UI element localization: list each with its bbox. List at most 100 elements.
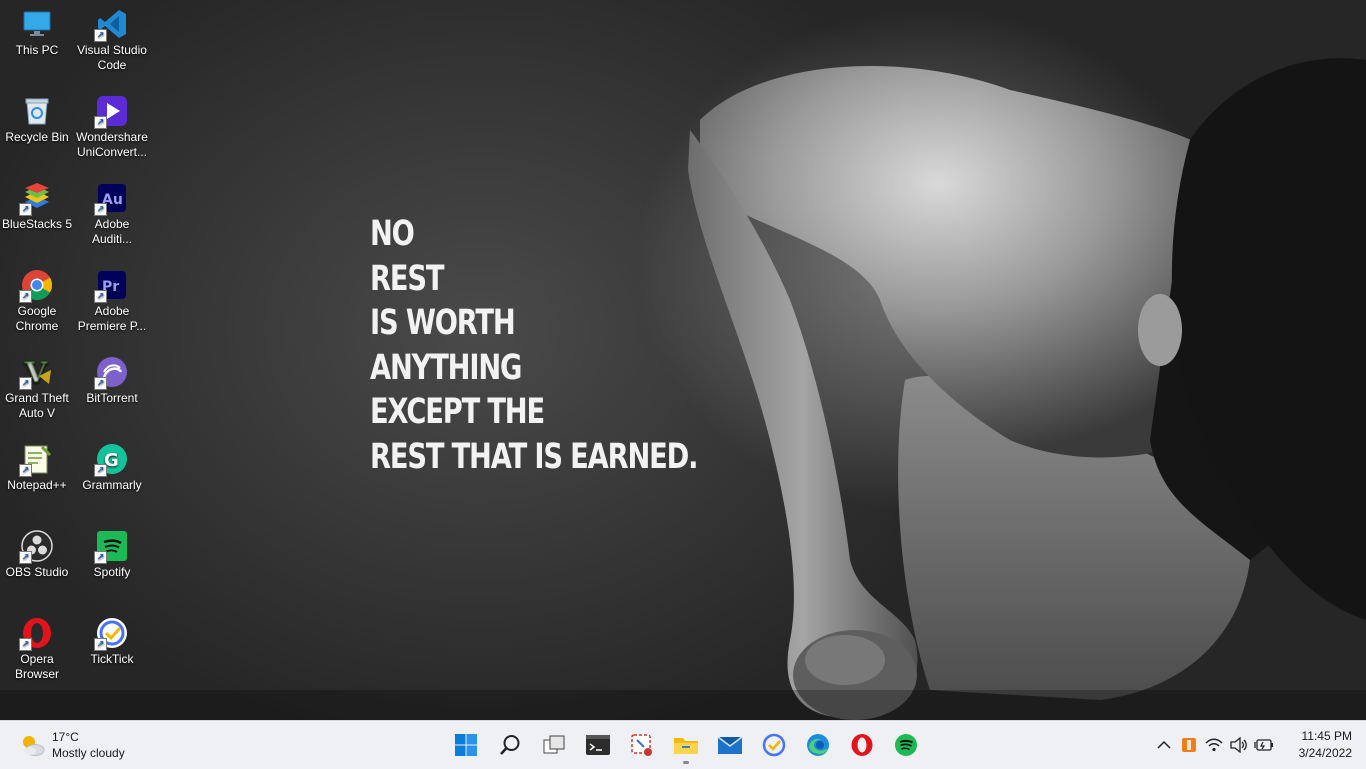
wifi-icon[interactable]: [1202, 733, 1226, 757]
icon-label: This PC: [15, 43, 59, 57]
chevron-up-icon[interactable]: [1152, 733, 1176, 757]
ticktick-icon: ↗: [94, 617, 128, 651]
adobe-premiere-icon: Pr ↗: [94, 269, 128, 303]
icon-label: Notepad++: [7, 478, 67, 492]
icon-label: Wondershare UniConvert...: [76, 130, 148, 159]
icon-label: Grand Theft Auto V: [5, 391, 69, 420]
icon-label: Google Chrome: [15, 304, 59, 333]
terminal-icon: [586, 735, 610, 755]
notepad-plus-plus-icon: ↗: [19, 443, 53, 477]
desktop-icon-obs-studio[interactable]: ↗ OBS Studio: [0, 524, 74, 608]
desktop-icon-grammarly[interactable]: G ↗ Grammarly: [75, 437, 149, 521]
desktop-icon-opera-browser[interactable]: ↗ Opera Browser: [0, 611, 74, 695]
opera-icon: [851, 734, 873, 756]
icon-label: BlueStacks 5: [1, 217, 73, 231]
search-icon: [500, 735, 520, 755]
desktop-icon-ticktick[interactable]: ↗ TickTick: [75, 611, 149, 695]
file-explorer-icon: [674, 738, 698, 754]
adobe-audition-icon: Au ↗: [94, 182, 128, 216]
vscode-icon: ↗: [94, 8, 128, 42]
desktop-icon-google-chrome[interactable]: ↗ Google Chrome: [0, 263, 74, 347]
mail-button[interactable]: [710, 725, 750, 765]
task-view-icon: [543, 735, 565, 754]
edge-icon: [807, 734, 829, 756]
shortcut-arrow-icon: ↗: [19, 638, 32, 651]
mail-icon: [717, 736, 743, 754]
file-explorer-button[interactable]: [666, 725, 706, 765]
desktop-icon-this-pc[interactable]: This PC: [0, 2, 74, 86]
partly-cloudy-icon: [18, 731, 46, 759]
windows-start-icon: [455, 734, 477, 756]
icon-label: Recycle Bin: [5, 130, 69, 144]
desktop-icon-recycle-bin[interactable]: Recycle Bin: [0, 89, 74, 173]
edge-button[interactable]: [798, 725, 838, 765]
desktop-icon-adobe-premiere[interactable]: Pr ↗ Adobe Premiere P...: [75, 263, 149, 347]
weather-temperature: 17°C: [52, 730, 79, 744]
desktop-icon-grand-theft-auto-v[interactable]: V ↗ Grand Theft Auto V: [0, 350, 74, 434]
desktop-icon-visual-studio-code[interactable]: ↗ Visual Studio Code: [75, 2, 149, 86]
icon-label: Adobe Premiere P...: [77, 304, 147, 333]
grammarly-icon: G ↗: [94, 443, 128, 477]
icon-label: TickTick: [90, 652, 134, 666]
obs-studio-icon: ↗: [19, 530, 53, 564]
desktop-icon-bluestacks[interactable]: ↗ BlueStacks 5: [0, 176, 74, 260]
recycle-bin-icon: [21, 95, 53, 127]
desktop-icon-adobe-audition[interactable]: Au ↗ Adobe Auditi...: [75, 176, 149, 260]
weather-condition: Mostly cloudy: [52, 746, 125, 760]
shortcut-arrow-icon: ↗: [19, 464, 32, 477]
opera-taskbar-button[interactable]: [842, 725, 882, 765]
desktop-icon-bittorrent[interactable]: ↗ BitTorrent: [75, 350, 149, 434]
shortcut-arrow-icon: ↗: [94, 29, 107, 42]
icon-label: BitTorrent: [86, 391, 138, 405]
desktop-wallpaper: NO REST IS WORTH ANYTHING EXCEPT THE RES…: [0, 0, 1366, 720]
ticktick-icon: [762, 733, 786, 757]
terminal-button[interactable]: [578, 725, 618, 765]
uniconverter-icon: ↗: [94, 95, 128, 129]
clock-date: 3/24/2022: [1298, 746, 1352, 760]
opera-icon: ↗: [19, 617, 53, 651]
bluestacks-icon: ↗: [19, 182, 53, 216]
weather-widget[interactable]: 17°C Mostly cloudy: [18, 729, 125, 761]
quote-line: EXCEPT THE: [370, 392, 545, 432]
gta-v-icon: V ↗: [19, 356, 53, 390]
shortcut-arrow-icon: ↗: [94, 290, 107, 303]
shortcut-arrow-icon: ↗: [94, 116, 107, 129]
icon-label: OBS Studio: [5, 565, 69, 579]
battery-charging-icon[interactable]: [1252, 733, 1276, 757]
motivational-quote: NO REST IS WORTH ANYTHING EXCEPT THE RES…: [370, 212, 698, 479]
shortcut-arrow-icon: ↗: [94, 551, 107, 564]
computer-icon: [21, 8, 53, 40]
icon-label: Adobe Auditi...: [91, 217, 133, 246]
ticktick-taskbar-button[interactable]: [754, 725, 794, 765]
quote-line: REST THAT IS EARNED.: [370, 436, 698, 477]
desktop-icon-spotify[interactable]: ↗ Spotify: [75, 524, 149, 608]
snipping-tool-icon: [631, 734, 652, 756]
quote-line: IS WORTH: [370, 303, 516, 343]
app-tray-icon[interactable]: [1177, 733, 1201, 757]
spotify-icon: ↗: [94, 530, 128, 564]
shortcut-arrow-icon: ↗: [94, 203, 107, 216]
task-view-button[interactable]: [534, 725, 574, 765]
shortcut-arrow-icon: ↗: [19, 290, 32, 303]
icon-label: Spotify: [93, 565, 131, 579]
start-button[interactable]: [446, 725, 486, 765]
quote-line: ANYTHING: [370, 347, 522, 388]
clock-time: 11:45 PM: [1301, 729, 1352, 743]
bittorrent-icon: ↗: [94, 356, 128, 390]
snipping-tool-button[interactable]: [622, 725, 662, 765]
shortcut-arrow-icon: ↗: [19, 203, 32, 216]
icon-label: Visual Studio Code: [77, 43, 147, 72]
shortcut-arrow-icon: ↗: [94, 377, 107, 390]
desktop-icon-wondershare-uniconverter[interactable]: ↗ Wondershare UniConvert...: [75, 89, 149, 173]
icon-label: Opera Browser: [14, 652, 59, 681]
quote-line: NO: [370, 214, 415, 254]
clock[interactable]: 11:45 PM 3/24/2022: [1299, 728, 1352, 762]
taskbar: 17°C Mostly cloudy 11:45 PM 3/24/2022: [0, 720, 1366, 769]
chrome-icon: ↗: [19, 269, 53, 303]
volume-icon[interactable]: [1227, 733, 1251, 757]
desktop-icon-notepad-plus-plus[interactable]: ↗ Notepad++: [0, 437, 74, 521]
spotify-taskbar-button[interactable]: [886, 725, 926, 765]
quote-line: REST: [370, 258, 444, 299]
search-button[interactable]: [490, 725, 530, 765]
spotify-icon: [895, 734, 917, 756]
